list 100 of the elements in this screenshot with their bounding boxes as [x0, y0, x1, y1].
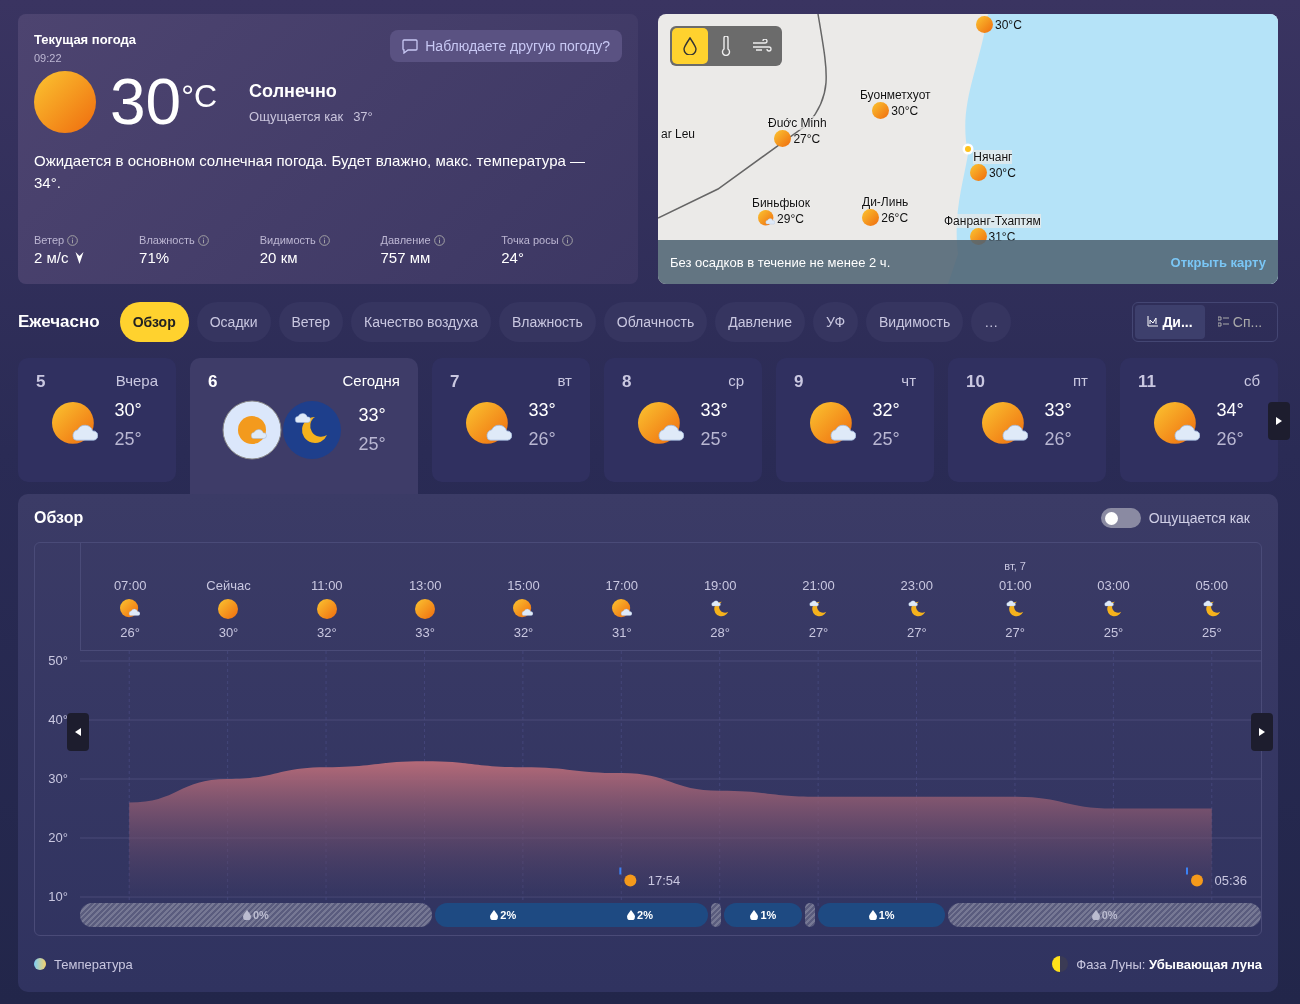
hour-temperature: 27° — [907, 625, 927, 640]
low-temperature: 26° — [1216, 429, 1244, 450]
day-card[interactable]: 7 вт 33° 26° — [432, 358, 590, 482]
weather-summary: Ожидается в основном солнечная погода. Будет влажно, макс. температура — 34°. — [34, 151, 586, 193]
low-temperature: 26° — [1044, 429, 1072, 450]
city-temperature: 27°C — [793, 131, 821, 146]
hour-temperature: 31° — [612, 625, 632, 640]
hourly-tab[interactable]: Влажность — [498, 301, 596, 342]
city-name: Ди-Линь — [862, 195, 909, 209]
high-temperature: 33° — [700, 400, 728, 421]
list-view-button[interactable]: Сп... — [1205, 304, 1275, 339]
feedback-button[interactable]: Наблюдаете другую погоду? — [390, 30, 622, 62]
hour-label: 11:00 — [311, 578, 343, 593]
day-card[interactable]: 6 Сегодня 33° 25° — [190, 358, 418, 494]
sunrise-icon — [1186, 866, 1203, 887]
previous-arrow-button[interactable] — [67, 713, 89, 751]
moon-cloud-icon — [1103, 599, 1124, 619]
city-name: ar Leu — [661, 127, 696, 141]
low-temperature: 25° — [700, 429, 728, 450]
hour-label: 17:00 — [605, 578, 639, 593]
hour-temperature: 32° — [513, 625, 534, 640]
sun-icon — [34, 71, 96, 133]
feels-like-switch[interactable] — [1100, 508, 1141, 528]
day-card[interactable]: 8 ср 33° 25° — [604, 358, 762, 482]
info-icon[interactable] — [561, 234, 573, 246]
info-icon[interactable] — [433, 234, 445, 246]
moon-phase-text: Фаза Луны: Убывающая луна — [1076, 956, 1262, 972]
day-card[interactable]: 11 сб 34° 26° — [1120, 358, 1278, 482]
next-arrow-button[interactable] — [1268, 402, 1290, 440]
feels-like-label: Ощущается как — [249, 108, 344, 124]
moon-cloud-icon — [1005, 599, 1026, 619]
hourly-tab[interactable]: Качество воздуха — [351, 301, 491, 342]
hourly-tab[interactable]: … — [971, 301, 1012, 342]
city-name: Нячанг — [973, 150, 1013, 164]
moon-cloud-icon — [1201, 599, 1222, 619]
hourly-tab[interactable]: Облачность — [603, 301, 708, 342]
droplet-icon — [490, 910, 499, 920]
detail-label: Точка росы — [501, 234, 559, 246]
city-temperature: 30°C — [995, 17, 1022, 32]
hour-temperature: 27° — [1005, 625, 1025, 640]
hour-label: 05:00 — [1195, 578, 1229, 593]
high-temperature: 32° — [872, 400, 900, 421]
precipitation-chance: 0% — [1091, 909, 1118, 921]
sun-cloud-icon — [758, 210, 776, 227]
precipitation-status: Без осадков в течение не менее 2 ч. — [670, 254, 891, 270]
sun-cloud-icon — [611, 599, 632, 619]
precipitation-bar — [711, 903, 722, 927]
speech-bubble-icon — [402, 38, 419, 54]
hourly-tab[interactable]: Осадки — [196, 301, 271, 342]
hourly-tab[interactable]: Видимость — [866, 301, 964, 342]
hourly-tab[interactable]: УФ — [812, 301, 859, 342]
sun-icon — [415, 599, 436, 619]
low-temperature: 25° — [114, 429, 142, 450]
hourly-tab[interactable]: Давление — [715, 301, 805, 342]
precipitation-chance: 2% — [627, 909, 653, 921]
precipitation-bar — [805, 903, 816, 927]
hour-temperature: 25° — [1103, 625, 1124, 640]
temperature-legend-icon — [34, 958, 46, 970]
sun-cloud-icon — [120, 599, 141, 619]
precipitation-layer-button[interactable] — [672, 28, 708, 64]
y-axis-label: 30° — [48, 771, 68, 786]
update-time: 09:22 — [34, 52, 63, 64]
detail-value: 71% — [139, 249, 170, 266]
caret-right-icon — [1276, 417, 1282, 425]
city-temperature: 30°C — [891, 103, 919, 118]
low-temperature: 25° — [358, 434, 386, 455]
sun-icon — [872, 102, 890, 119]
chart-view-button[interactable]: Ди... — [1135, 304, 1205, 339]
legend-label: Температура — [54, 956, 133, 972]
info-icon[interactable] — [197, 234, 209, 246]
day-card[interactable]: 9 чт 32° 25° — [776, 358, 934, 482]
droplet-icon — [750, 910, 759, 920]
droplet-icon — [242, 910, 251, 920]
caret-left-icon — [75, 728, 81, 736]
city-name: Буонметхуот — [860, 88, 931, 102]
hour-label: 23:00 — [900, 578, 934, 593]
detail-label: Влажность — [139, 234, 195, 246]
high-temperature: 33° — [1044, 400, 1072, 421]
panel-title: Обзор — [34, 509, 84, 527]
sun-event-time: 17:54 — [647, 873, 681, 889]
moon-cloud-icon — [710, 599, 731, 619]
map-view[interactable]: 30°C Буонметхуот 30°C ar Leu Đuớc Minh 27°C Нячанг 30°C Биньфыок 29°C Ди-Линь 26°C Фанранг-Тхаптям 31°C Без осадков в течение не менее 2 ч. Открыть карту — [658, 14, 1278, 284]
hour-temperature: 26° — [120, 625, 140, 640]
droplet-icon — [1091, 910, 1100, 920]
sun-icon — [862, 209, 880, 226]
sun-icon — [774, 130, 792, 147]
city-name: Биньфыок — [752, 196, 810, 210]
card-title: Текущая погода — [34, 32, 137, 47]
day-card[interactable]: 10 пт 33° 26° — [948, 358, 1106, 482]
precipitation-chance: 2% — [490, 909, 517, 921]
info-icon[interactable] — [67, 234, 79, 246]
next-arrow-button[interactable] — [1251, 713, 1273, 751]
hourly-tab[interactable]: Обзор — [119, 301, 189, 342]
info-icon[interactable] — [318, 234, 330, 246]
day-card[interactable]: 5 Вчера 30° 25° — [18, 358, 176, 482]
feels-like-value: 37° — [353, 108, 373, 124]
high-temperature: 33° — [358, 405, 386, 426]
moon-cloud-icon — [906, 599, 927, 619]
hourly-tab[interactable]: Ветер — [278, 301, 343, 342]
hour-label: 21:00 — [802, 578, 835, 593]
